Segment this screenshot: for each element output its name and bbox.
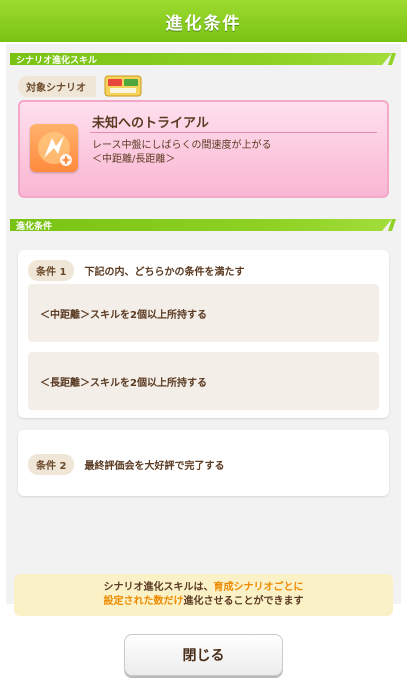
skill-title: 未知へのトライアル [92,116,209,131]
scenario-logo-icon [104,74,142,98]
condition-1-badge: 条件 1 [28,260,75,281]
speed-skill-icon [30,124,78,172]
section-header-label: 進化条件 [16,221,53,232]
condition-1-header: 条件 1 下記の内、どちらかの条件を満たす [28,260,244,281]
target-scenario-row: 対象シナリオ [18,74,142,98]
skill-desc-line2: ＜中距離/長距離＞ [92,154,176,165]
info-note: シナリオ進化スキルは、育成シナリオごとに 設定された数だけ進化させることができま… [14,574,393,616]
condition-2-header: 条件 2 最終評価会を大好評で完了する [28,454,224,475]
condition-2-badge: 条件 2 [28,454,75,475]
requirement-long-distance: ＜長距離＞スキルを2個以上所持する [28,352,379,410]
info-note-line2: 設定された数だけ進化させることができます [104,595,304,609]
skill-desc-line1: レース中盤にしばらくの間速度が上がる [92,140,272,151]
dialog-title: 進化条件 [165,13,242,34]
condition-2-box: 条件 2 最終評価会を大好評で完了する [18,430,389,496]
condition-1-text: 下記の内、どちらかの条件を満たす [84,267,245,278]
requirement-mid-distance: ＜中距離＞スキルを2個以上所持する [28,284,379,342]
target-scenario-label: 対象シナリオ [18,75,96,97]
condition-1-box: 条件 1 下記の内、どちらかの条件を満たす ＜中距離＞スキルを2個以上所持する … [18,250,389,418]
scenario-skill-card[interactable]: 未知へのトライアル レース中盤にしばらくの間速度が上がる ＜中距離/長距離＞ [18,100,389,198]
condition-2-text: 最終評価会を大好評で完了する [84,461,225,472]
section-header-conditions: 進化条件 [10,218,396,232]
note-highlight: 育成シナリオごとに [213,582,304,593]
skill-description: レース中盤にしばらくの間速度が上がる ＜中距離/長距離＞ [92,139,272,167]
section-header-scenario-skill: シナリオ進化スキル [10,52,396,66]
close-button[interactable]: 閉じる [124,634,283,676]
note-text: 進化させることができます [183,596,304,607]
info-note-line1: シナリオ進化スキルは、育成シナリオごとに [104,581,304,595]
section-header-label: シナリオ進化スキル [16,55,98,66]
note-text: シナリオ進化スキルは、 [103,582,214,593]
dialog-header: 進化条件 [0,0,407,42]
note-highlight: 設定された数だけ [103,596,184,607]
skill-divider [90,132,377,133]
